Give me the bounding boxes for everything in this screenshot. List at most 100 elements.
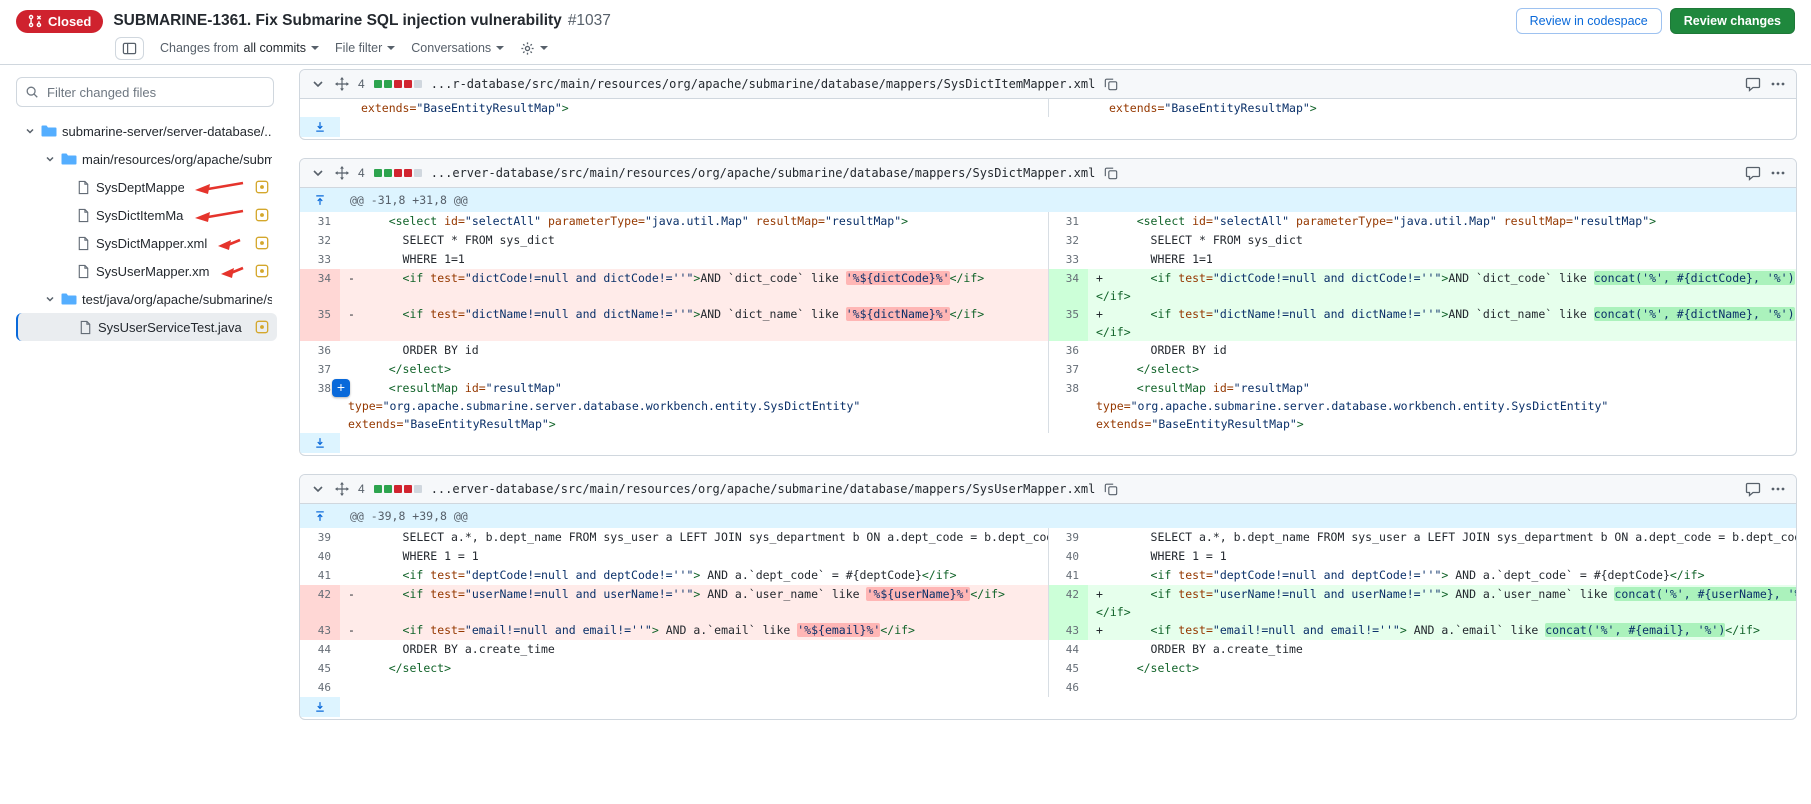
line-number[interactable]: 35: [300, 305, 340, 341]
folder-tree-item[interactable]: test/java/org/apache/submarine/s...: [16, 285, 277, 313]
commits-dropdown[interactable]: Changes from all commits: [160, 41, 319, 55]
expand-hunk-button[interactable]: [300, 510, 340, 522]
line-number[interactable]: 45: [1048, 659, 1088, 678]
collapse-file-button[interactable]: [310, 165, 326, 181]
toggle-file-tree-button[interactable]: [115, 37, 144, 60]
file-tree-item[interactable]: SysDeptMapper.xml: [16, 173, 277, 201]
line-number[interactable]: 35: [1048, 305, 1088, 341]
kebab-menu-button[interactable]: [1770, 165, 1786, 181]
drag-handle-icon[interactable]: [335, 166, 349, 180]
line-number[interactable]: 46: [300, 678, 340, 697]
code-token: "resultMap": [1234, 381, 1310, 395]
diff-row: 43- <if test="email!=null and email!=''"…: [300, 621, 1796, 640]
expand-hunk-button[interactable]: [300, 194, 340, 206]
diff-marker: +: [1096, 305, 1109, 323]
copy-path-button[interactable]: [1104, 166, 1118, 180]
code-token: [749, 214, 756, 228]
code-token: AND a.`user_name` like: [700, 587, 866, 601]
expand-down-button[interactable]: [300, 697, 340, 717]
line-number[interactable]: 33: [1048, 250, 1088, 269]
file-path-link[interactable]: ...erver-database/src/main/resources/org…: [431, 166, 1096, 180]
file-tree-item[interactable]: SysDictItemMapper.xml: [16, 201, 277, 229]
line-number[interactable]: 31: [300, 212, 340, 231]
line-number[interactable]: 32: [1048, 231, 1088, 250]
line-number[interactable]: 43: [1048, 621, 1088, 640]
code-token: ORDER BY a.create_time: [361, 642, 555, 656]
file-filter-box[interactable]: [16, 77, 274, 107]
line-number[interactable]: 43: [300, 621, 340, 640]
code-token: "resultMap": [825, 214, 901, 228]
collapse-file-button[interactable]: [310, 76, 326, 92]
line-number[interactable]: 36: [300, 341, 340, 360]
line-number[interactable]: [1048, 99, 1088, 117]
diffstat-square: [404, 485, 412, 493]
comment-button[interactable]: [1745, 76, 1761, 92]
line-number[interactable]: 38: [1048, 379, 1088, 433]
line-number[interactable]: 39: [300, 528, 340, 547]
drag-handle-icon[interactable]: [335, 482, 349, 496]
line-number[interactable]: 37: [1048, 360, 1088, 379]
code-line-text: <select id="selectAll" parameterType="ja…: [1096, 212, 1796, 230]
line-number[interactable]: 44: [300, 640, 340, 659]
line-number[interactable]: [300, 99, 340, 117]
line-number[interactable]: 36: [1048, 341, 1088, 360]
code-token: WHERE 1=1: [1109, 252, 1213, 266]
line-number[interactable]: 42: [1048, 585, 1088, 621]
collapse-file-button[interactable]: [310, 481, 326, 497]
expand-down-button[interactable]: [300, 433, 340, 453]
line-number[interactable]: 33: [300, 250, 340, 269]
annotation-arrow-icon: [193, 180, 245, 195]
file-icon: [78, 320, 93, 335]
code-token: extends=: [1096, 417, 1151, 431]
file-path-link[interactable]: ...r-database/src/main/resources/org/apa…: [431, 77, 1096, 91]
line-number[interactable]: 46: [1048, 678, 1088, 697]
line-number[interactable]: 34: [300, 269, 340, 305]
diffstat-square: [384, 169, 392, 177]
code-token: <if: [403, 587, 424, 601]
line-number[interactable]: 31: [1048, 212, 1088, 231]
code-token: SELECT a.*, b.dept_name FROM sys_user a …: [1109, 530, 1796, 544]
file-filter-dropdown[interactable]: File filter: [335, 41, 395, 55]
line-number[interactable]: 41: [1048, 566, 1088, 585]
comment-button[interactable]: [1745, 481, 1761, 497]
diffstat-icon: [374, 80, 422, 88]
code-token: >: [1649, 214, 1656, 228]
line-number[interactable]: 42: [300, 585, 340, 621]
kebab-menu-button[interactable]: [1770, 481, 1786, 497]
diff-settings-dropdown[interactable]: [520, 41, 548, 56]
code-token: "java.util.Map": [1393, 214, 1497, 228]
line-number[interactable]: 41: [300, 566, 340, 585]
copy-path-button[interactable]: [1104, 77, 1118, 91]
file-tree-item[interactable]: SysDictMapper.xml: [16, 229, 277, 257]
conversations-dropdown[interactable]: Conversations: [411, 41, 504, 55]
line-number[interactable]: 39: [1048, 528, 1088, 547]
file-tree-item[interactable]: SysUserServiceTest.java: [16, 313, 277, 341]
line-number[interactable]: 45: [300, 659, 340, 678]
file-tree-item[interactable]: SysUserMapper.xml: [16, 257, 277, 285]
comment-button[interactable]: [1745, 165, 1761, 181]
code-token: AND `dict_code` like: [1448, 271, 1593, 285]
line-number[interactable]: 32: [300, 231, 340, 250]
copy-path-button[interactable]: [1104, 482, 1118, 496]
line-number[interactable]: 38+: [300, 379, 340, 433]
line-number[interactable]: 40: [300, 547, 340, 566]
add-comment-button[interactable]: +: [332, 379, 350, 397]
code-token: [361, 661, 389, 675]
line-number[interactable]: 34: [1048, 269, 1088, 305]
line-number[interactable]: 44: [1048, 640, 1088, 659]
line-number[interactable]: 37: [300, 360, 340, 379]
review-in-codespace-button[interactable]: Review in codespace: [1516, 8, 1662, 34]
line-number[interactable]: 40: [1048, 547, 1088, 566]
code-token: [361, 568, 403, 582]
pr-number: #1037: [568, 12, 611, 30]
drag-handle-icon[interactable]: [335, 77, 349, 91]
code-token: type=: [348, 399, 383, 413]
folder-tree-item[interactable]: main/resources/org/apache/subm...: [16, 145, 277, 173]
filter-changed-files-input[interactable]: [45, 84, 265, 101]
file-path-link[interactable]: ...erver-database/src/main/resources/org…: [431, 482, 1096, 496]
folder-tree-item[interactable]: submarine-server/server-database/...: [16, 117, 277, 145]
review-changes-button[interactable]: Review changes: [1670, 8, 1795, 34]
expand-down-button[interactable]: [300, 117, 340, 137]
code-token: id=: [1213, 381, 1234, 395]
kebab-menu-button[interactable]: [1770, 76, 1786, 92]
